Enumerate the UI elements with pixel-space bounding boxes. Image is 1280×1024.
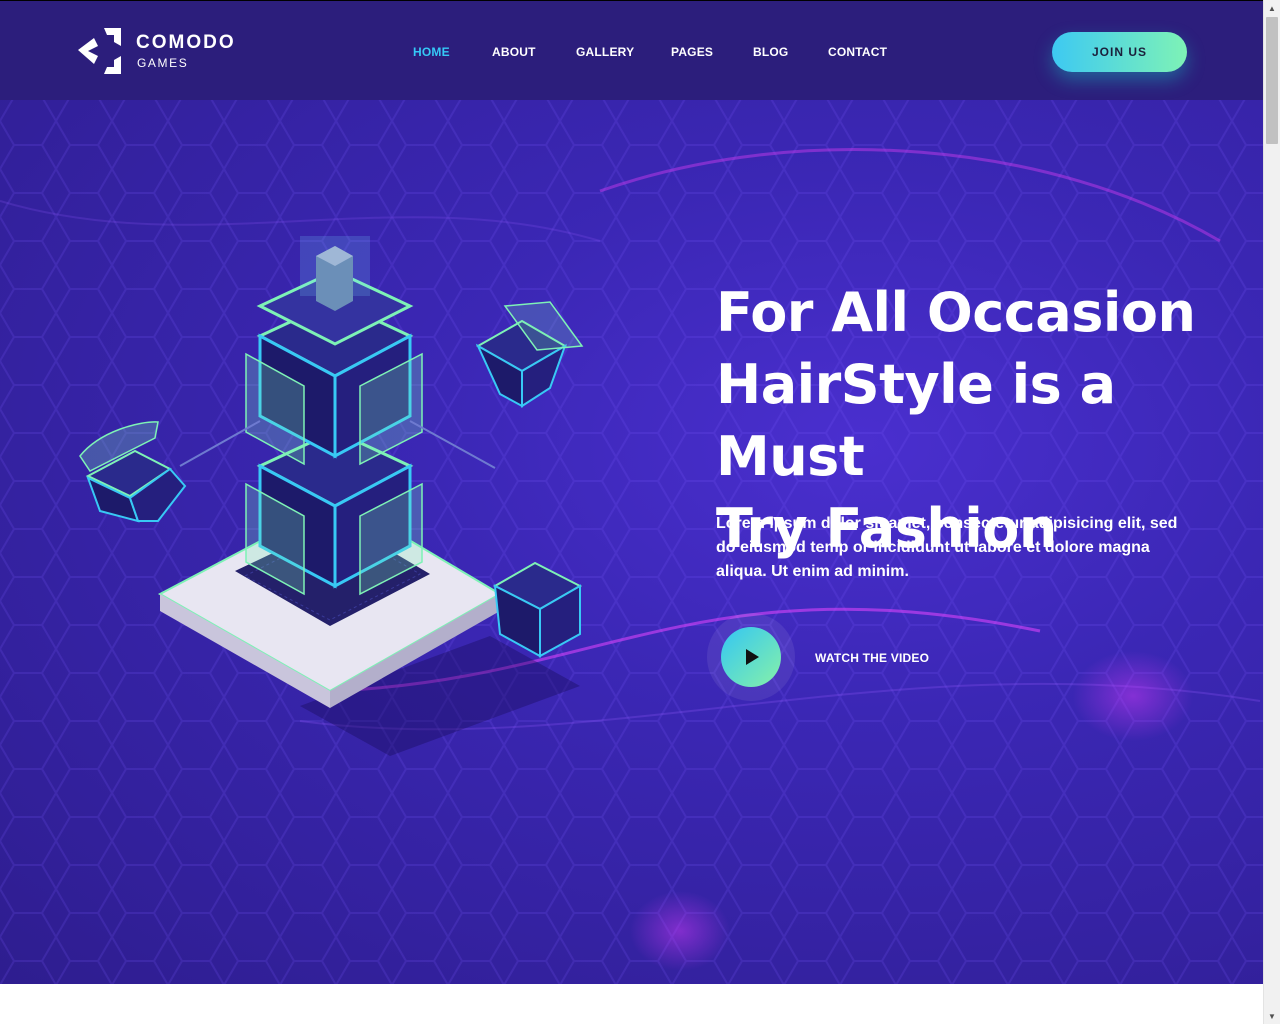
hero-section: COMODO GAMES HOME ABOUT GALLERY PAGES BL… xyxy=(0,1,1263,984)
brand-title: COMODO xyxy=(136,32,236,53)
brand-logo[interactable]: COMODO GAMES xyxy=(76,26,236,78)
scroll-down-arrow-icon[interactable]: ▼ xyxy=(1264,1008,1280,1024)
join-us-button[interactable]: JOIN US xyxy=(1052,32,1187,72)
play-icon xyxy=(746,649,759,665)
scroll-up-arrow-icon[interactable]: ▲ xyxy=(1264,0,1280,16)
isometric-server-tower-illustration xyxy=(79,236,584,756)
scrollbar-thumb[interactable] xyxy=(1266,17,1278,144)
nav-item-home[interactable]: HOME xyxy=(413,45,450,59)
vertical-scrollbar[interactable]: ▲ ▼ xyxy=(1263,0,1280,1024)
brand-subtitle: GAMES xyxy=(137,56,189,70)
site-header: COMODO GAMES HOME ABOUT GALLERY PAGES BL… xyxy=(0,1,1263,100)
play-video-button[interactable] xyxy=(707,613,795,701)
watch-video-link[interactable]: WATCH THE VIDEO xyxy=(815,651,929,665)
comodo-logo-mark-icon xyxy=(78,28,121,74)
nav-item-blog[interactable]: BLOG xyxy=(753,45,788,59)
headline-line-2: HairStyle is a Must xyxy=(716,353,1116,488)
nav-item-about[interactable]: ABOUT xyxy=(492,45,536,59)
nav-item-contact[interactable]: CONTACT xyxy=(828,45,887,59)
headline-line-1: For All Occasion xyxy=(716,281,1196,344)
landing-page: COMODO GAMES HOME ABOUT GALLERY PAGES BL… xyxy=(0,0,1280,1024)
nav-item-pages[interactable]: PAGES xyxy=(671,45,713,59)
play-button-circle[interactable] xyxy=(721,627,781,687)
nav-item-gallery[interactable]: GALLERY xyxy=(576,45,634,59)
hero-description: Lorem ipsum dolor sit amet, consectetur … xyxy=(716,515,1178,580)
